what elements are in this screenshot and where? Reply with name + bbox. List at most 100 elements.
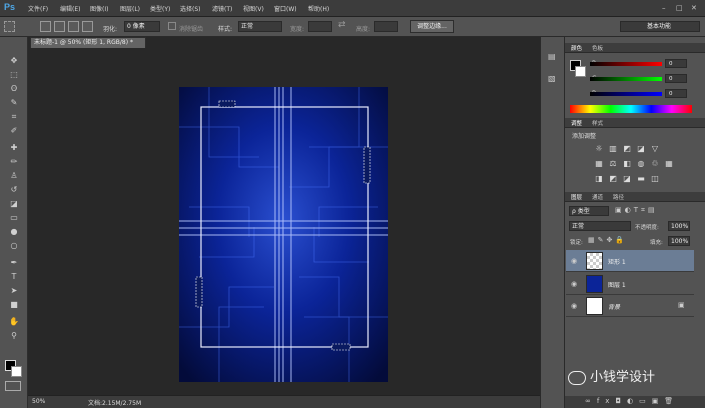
menu-help[interactable]: 帮助(H) [308,4,329,13]
menu-filter[interactable]: 滤镜(T) [212,4,232,13]
menu-select[interactable]: 选择(S) [180,4,201,13]
swap-icon[interactable]: ⇄ [338,20,346,30]
height-input[interactable] [374,21,398,32]
properties-icon[interactable]: ▧ [548,74,556,83]
levels-icon[interactable]: ▥ [608,144,618,154]
eye-icon[interactable]: ◉ [571,280,577,288]
invert-icon[interactable]: ◨ [594,174,604,184]
maximize-button[interactable]: □ [676,4,683,12]
path-select-icon[interactable]: ➤ [8,285,20,297]
color-lookup-icon[interactable]: ▦ [664,159,674,169]
add-selection-icon[interactable] [54,21,65,32]
layer-row[interactable]: ◉ 矩形 1 [566,250,694,272]
eye-icon[interactable]: ◉ [571,302,577,310]
posterize-icon[interactable]: ◩ [608,174,618,184]
selective-color-icon[interactable]: ◫ [650,174,660,184]
rectangle-tool-icon[interactable]: ■ [8,299,20,311]
eyedropper-tool-icon[interactable]: ✐ [8,125,20,137]
move-tool-icon[interactable]: ✥ [8,55,20,67]
channel-mixer-icon[interactable]: ♲ [650,159,660,169]
layer-row[interactable]: ◉ 图层 1 [566,273,694,295]
zoom-tool-icon[interactable]: ⚲ [8,330,20,342]
eraser-tool-icon[interactable]: ◪ [8,198,20,210]
dodge-tool-icon[interactable]: ○ [8,240,20,252]
green-slider[interactable] [590,77,662,81]
style-select[interactable]: 正常 [238,21,282,32]
fill-input[interactable]: 100% [668,236,690,246]
black-white-icon[interactable]: ◧ [622,159,632,169]
width-input[interactable] [308,21,332,32]
quick-select-tool-icon[interactable]: ✎ [8,97,20,109]
history-icon[interactable]: ▤ [548,52,556,61]
hue-sat-icon[interactable]: ▦ [594,159,604,169]
brush-tool-icon[interactable]: ✏ [8,156,20,168]
antialias-checkbox[interactable] [168,22,176,30]
blue-value[interactable]: 0 [665,89,687,98]
layer-name[interactable]: 矩形 1 [608,257,626,266]
exposure-icon[interactable]: ◪ [636,144,646,154]
red-value[interactable]: 0 [665,59,687,68]
tab-adjustments[interactable]: 调整 [571,119,582,127]
color-balance-icon[interactable]: ⚖ [608,159,618,169]
zoom-level[interactable]: 50% [32,398,45,405]
menu-window[interactable]: 窗口(W) [274,4,297,13]
menu-layer[interactable]: 图层(L) [120,4,140,13]
tab-layers[interactable]: 图层 [571,193,582,201]
blur-tool-icon[interactable]: ● [8,226,20,238]
document-tab[interactable]: 未标题-1 @ 50% (矩形 1, RGB/8) * [30,37,146,48]
close-button[interactable]: ✕ [691,4,697,12]
menu-edit[interactable]: 编辑(E) [60,4,80,13]
crop-tool-icon[interactable]: ⌗ [8,111,20,123]
layer-footer-icons[interactable]: ∞fx◘◐▭▣🗑 [585,397,679,405]
opacity-input[interactable]: 100% [668,221,690,231]
layer-name[interactable]: 背景 [608,302,620,311]
tab-styles[interactable]: 样式 [592,119,603,127]
intersect-selection-icon[interactable] [82,21,93,32]
gradient-tool-icon[interactable]: ▭ [8,212,20,224]
menu-type[interactable]: 类型(Y) [150,4,170,13]
menu-file[interactable]: 文件(F) [28,4,48,13]
curves-icon[interactable]: ◩ [622,144,632,154]
lock-icons[interactable]: ▦✎✥🔒 [588,236,627,244]
tab-channels[interactable]: 通道 [592,193,603,201]
marquee-tool-preset-icon[interactable] [4,21,15,32]
type-tool-icon[interactable]: T [8,271,20,283]
color-spectrum[interactable] [570,105,692,113]
photo-filter-icon[interactable]: ◍ [636,159,646,169]
blend-mode-select[interactable]: 正常 [569,221,631,231]
marquee-tool-icon[interactable]: ⬚ [8,69,20,81]
gradient-map-icon[interactable]: ▬ [636,174,646,184]
tab-color[interactable]: 颜色 [571,44,582,52]
subtract-selection-icon[interactable] [68,21,79,32]
menu-image[interactable]: 图像(I) [90,4,108,13]
green-value[interactable]: 0 [665,74,687,83]
layer-filter-select[interactable]: ρ 类型 [569,206,609,216]
layer-filter-icons[interactable]: ▣◐T⌗▤ [615,206,658,215]
menu-view[interactable]: 视图(V) [243,4,264,13]
layer-name[interactable]: 图层 1 [608,280,626,289]
document-canvas[interactable] [179,87,388,382]
healing-brush-icon[interactable]: ✚ [8,142,20,154]
quick-mask-icon[interactable] [5,381,21,391]
eye-icon[interactable]: ◉ [571,257,577,265]
tab-paths[interactable]: 路径 [613,193,624,201]
minimize-button[interactable]: – [662,4,666,12]
refine-edge-button[interactable]: 调整边缘... [410,20,454,33]
blue-slider[interactable] [590,92,662,96]
brightness-icon[interactable]: ☼ [594,144,604,154]
clone-stamp-icon[interactable]: ♙ [8,170,20,182]
lasso-tool-icon[interactable]: ʘ [8,83,20,95]
layer-row[interactable]: ◉ 背景 ▣ [566,295,694,317]
hand-tool-icon[interactable]: ✋ [8,316,20,328]
tab-swatches[interactable]: 色板 [592,44,603,52]
pen-tool-icon[interactable]: ✒ [8,257,20,269]
workspace-select[interactable]: 基本功能 [620,21,700,32]
history-brush-icon[interactable]: ↺ [8,184,20,196]
red-slider[interactable] [590,62,662,66]
vibrance-icon[interactable]: ▽ [650,144,660,154]
new-selection-icon[interactable] [40,21,51,32]
background-color-swatch[interactable] [11,366,22,377]
color-bg-swatch[interactable] [575,66,586,77]
threshold-icon[interactable]: ◪ [622,174,632,184]
feather-input[interactable]: 0 像素 [124,21,160,32]
